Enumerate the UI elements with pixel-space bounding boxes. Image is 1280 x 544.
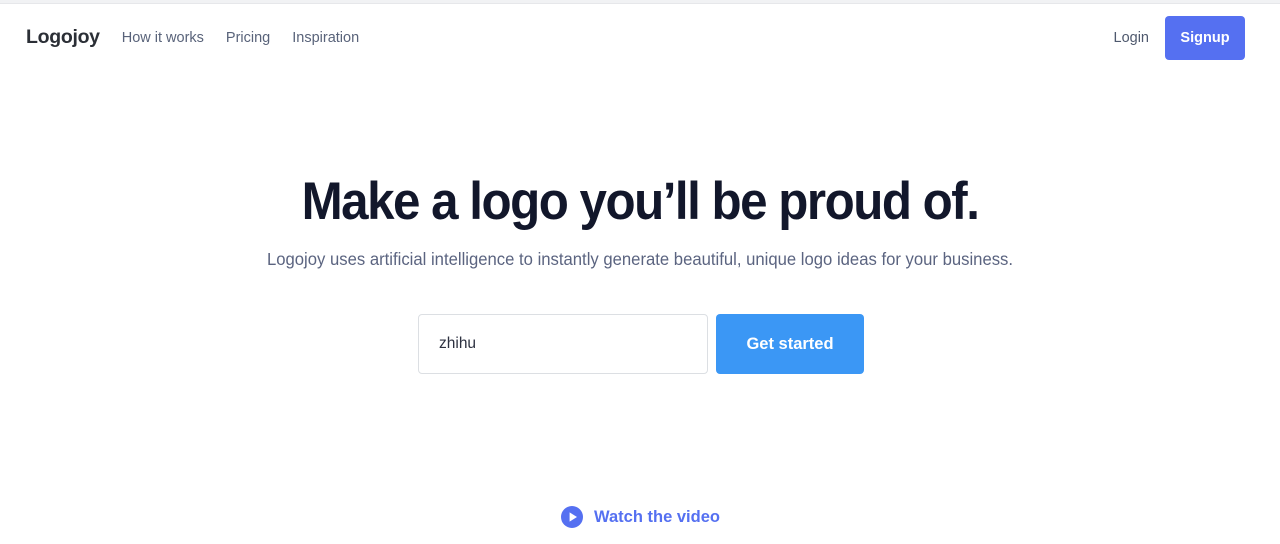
logo-generator-form: Get started xyxy=(418,314,864,374)
business-name-input[interactable] xyxy=(418,314,708,374)
hero-subtitle: Logojoy uses artificial intelligence to … xyxy=(266,249,1014,269)
site-header: Logojoy How it works Pricing Inspiration… xyxy=(0,5,1280,71)
play-circle-icon xyxy=(561,506,584,528)
login-link[interactable]: Login xyxy=(1114,31,1149,46)
watch-video-link[interactable]: Watch the video xyxy=(0,505,1280,529)
nav-how-it-works[interactable]: How it works xyxy=(122,31,204,46)
get-started-button[interactable]: Get started xyxy=(716,314,864,374)
header-left-group: Logojoy How it works Pricing Inspiration xyxy=(26,5,359,71)
page-title: Make a logo you’ll be proud of. xyxy=(301,172,980,231)
browser-chrome-strip xyxy=(0,0,1280,4)
hero-section: Make a logo you’ll be proud of. Logojoy … xyxy=(0,71,1280,544)
watch-video-label: Watch the video xyxy=(594,507,720,526)
signup-button[interactable]: Signup xyxy=(1165,16,1245,60)
logojoy-wordmark[interactable]: Logojoy xyxy=(26,28,100,48)
header-right-group: Login Signup xyxy=(1114,5,1280,71)
nav-inspiration[interactable]: Inspiration xyxy=(292,31,359,46)
nav-pricing[interactable]: Pricing xyxy=(226,31,270,46)
